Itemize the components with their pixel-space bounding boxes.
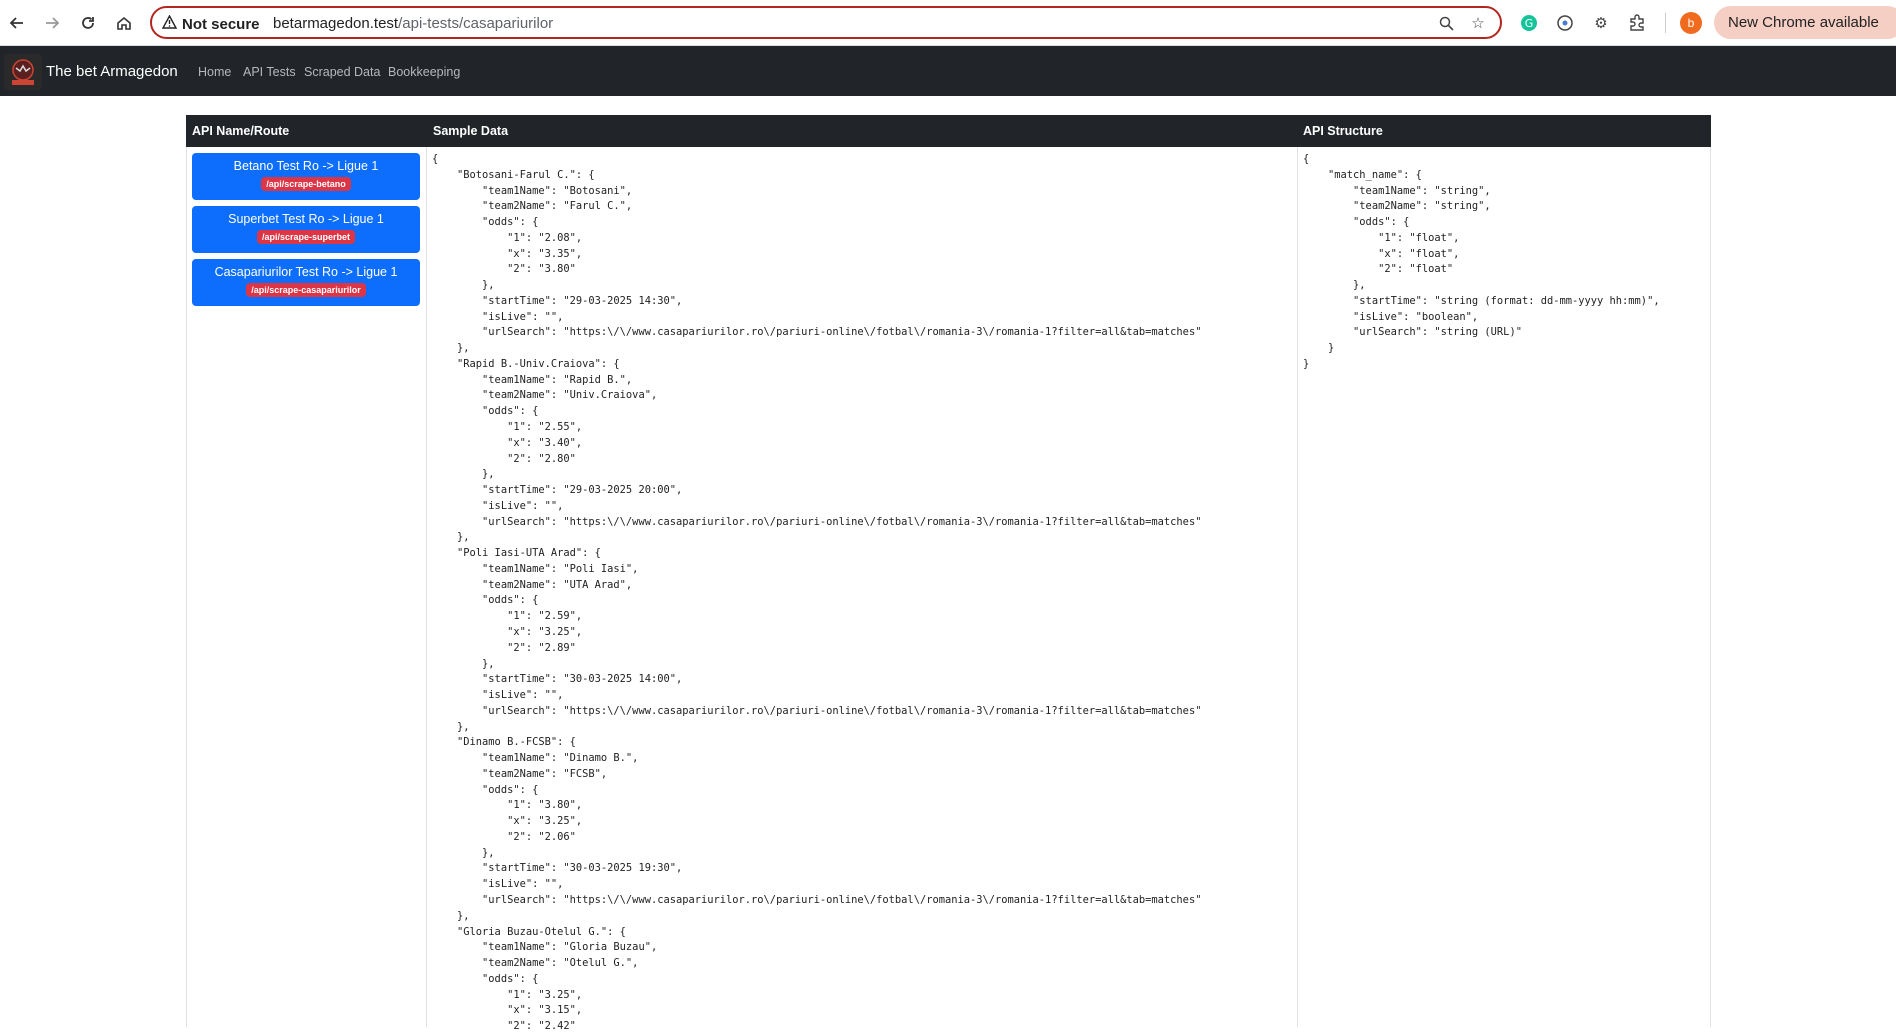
route-badge: /api/scrape-betano (261, 177, 351, 191)
nav-scraped-data[interactable]: Scraped Data (304, 65, 380, 79)
column-divider (1297, 147, 1298, 1027)
browser-toolbar: Not secure betarmagedon.test/api-tests/c… (0, 0, 1896, 46)
security-label: Not secure (182, 15, 260, 33)
brand-name[interactable]: The bet Armagedon (46, 63, 178, 80)
sample-data-json: { "Botosani-Farul C.": { "team1Name": "B… (432, 153, 1202, 1033)
api-structure-json: { "match_name": { "team1Name": "string",… (1303, 153, 1660, 370)
nav-api-tests[interactable]: API Tests (243, 65, 296, 79)
settings-extension-icon[interactable]: ⚙ (1590, 12, 1612, 34)
api-button-casapariurilor[interactable]: Casapariurilor Test Ro -> Ligue 1 /api/s… (192, 259, 420, 306)
address-bar[interactable]: Not secure betarmagedon.test/api-tests/c… (150, 6, 1502, 39)
reload-icon[interactable] (75, 10, 101, 36)
api-button-betano[interactable]: Betano Test Ro -> Ligue 1 /api/scrape-be… (192, 153, 420, 200)
url-host: betarmagedon.test (273, 15, 399, 32)
api-button-label: Superbet Test Ro -> Ligue 1 (228, 212, 384, 226)
update-chrome-button[interactable]: New Chrome available (1714, 6, 1896, 39)
warning-icon (161, 14, 178, 33)
url-text[interactable]: betarmagedon.test/api-tests/casapariuril… (273, 15, 553, 32)
nav-bookkeeping[interactable]: Bookkeeping (388, 65, 460, 79)
header-sample-data: Sample Data (427, 115, 1297, 147)
url-path: /api-tests/casapariurilor (398, 15, 554, 32)
zoom-icon[interactable] (1436, 13, 1456, 33)
profile-avatar[interactable]: b (1680, 12, 1702, 34)
header-api-structure: API Structure (1297, 115, 1711, 147)
security-indicator[interactable]: Not secure (161, 14, 260, 33)
forward-icon[interactable] (39, 10, 65, 36)
bookmark-star-icon[interactable]: ☆ (1468, 13, 1488, 33)
svg-text:G: G (1525, 17, 1534, 30)
api-button-label: Betano Test Ro -> Ligue 1 (233, 159, 379, 173)
header-api-name: API Name/Route (186, 115, 427, 147)
route-badge: /api/scrape-superbet (256, 230, 356, 244)
api-button-label: Casapariurilor Test Ro -> Ligue 1 (214, 265, 398, 279)
brand-logo[interactable] (4, 54, 42, 90)
password-extension-icon[interactable] (1554, 12, 1576, 34)
extensions-puzzle-icon[interactable] (1626, 12, 1648, 34)
nav-home[interactable]: Home (198, 65, 231, 79)
column-divider (426, 147, 427, 1027)
toolbar-divider (1665, 13, 1666, 33)
grammarly-icon[interactable]: G (1518, 12, 1540, 34)
api-button-superbet[interactable]: Superbet Test Ro -> Ligue 1 /api/scrape-… (192, 206, 420, 253)
route-badge: /api/scrape-casapariurilor (246, 283, 366, 297)
home-icon[interactable] (111, 10, 137, 36)
back-icon[interactable] (4, 10, 30, 36)
